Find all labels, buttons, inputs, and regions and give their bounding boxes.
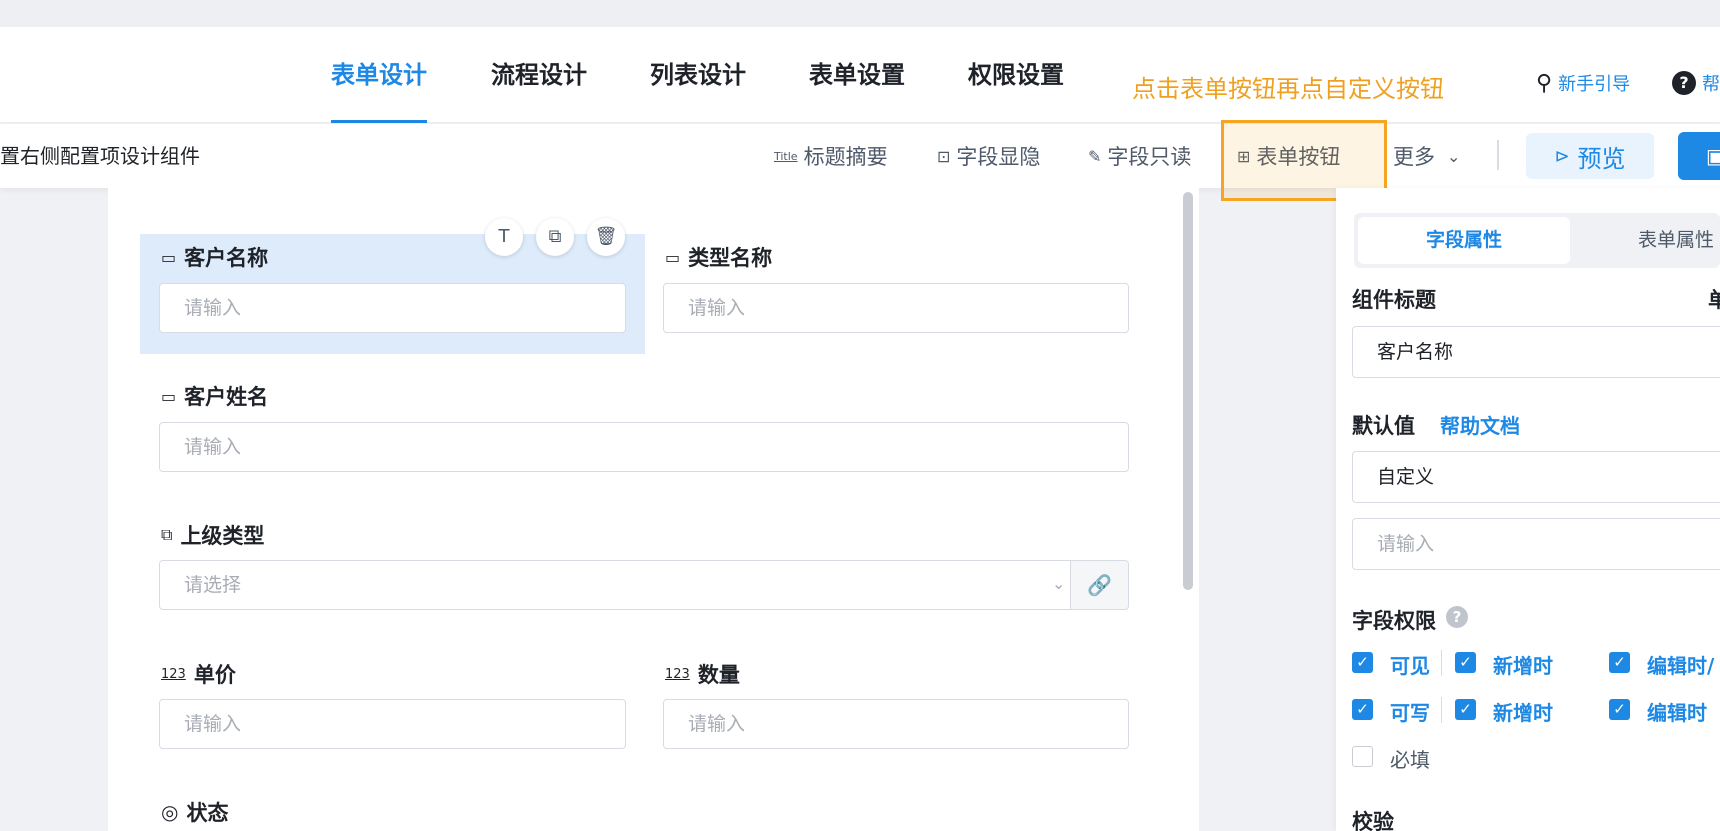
toolbar: 置右侧配置项设计组件 Title 标题摘要 ⊡ 字段显隐 ✎ 字段只读 ⊞ 表单… xyxy=(0,124,1720,188)
tab-form-settings[interactable]: 表单设置 xyxy=(809,27,905,123)
preview-label: 预览 xyxy=(1577,144,1626,173)
tab-flow-design[interactable]: 流程设计 xyxy=(491,27,587,123)
save-button[interactable]: ▣ xyxy=(1678,132,1720,180)
help-doc-link[interactable]: 帮助文档 xyxy=(1440,410,1520,439)
relation-icon: ⧉ xyxy=(161,525,173,544)
visible-label: 可见 xyxy=(1390,654,1430,678)
field-label-customer-name: ▭ 客户名称 xyxy=(161,242,268,272)
input-quantity[interactable]: 请输入 xyxy=(663,699,1129,749)
title-summary-button[interactable]: Title 标题摘要 xyxy=(774,124,888,188)
component-title-suffix: 单 xyxy=(1708,288,1720,312)
label-text: 单价 xyxy=(193,663,236,687)
field-label-quantity: 123 数量 xyxy=(665,659,740,689)
play-icon: ⊳ xyxy=(1554,145,1570,167)
field-label-status: ◎ 状态 xyxy=(161,797,228,827)
title-summary-label: 标题摘要 xyxy=(803,145,888,169)
writable-checkbox[interactable]: ✓ xyxy=(1352,699,1373,720)
chevron-down-icon: ⌄ xyxy=(1052,574,1066,593)
writable-on-edit-label: 编辑时 xyxy=(1647,701,1707,725)
radio-field-icon: ◎ xyxy=(161,800,179,824)
visible-on-edit-checkbox[interactable]: ✓ xyxy=(1609,652,1630,673)
delete-icon[interactable]: 🗑 xyxy=(587,218,625,256)
required-checkbox[interactable] xyxy=(1352,746,1373,767)
number-field-icon: 123 xyxy=(161,666,186,682)
field-label-parent-type: ⧉ 上级类型 xyxy=(161,520,264,550)
save-icon: ▣ xyxy=(1706,144,1720,168)
field-visibility-button[interactable]: ⊡ 字段显隐 xyxy=(937,124,1040,188)
default-value-input[interactable]: 请输入 xyxy=(1352,518,1720,570)
label-text: 上级类型 xyxy=(180,524,265,548)
preview-button[interactable]: ⊳ 预览 xyxy=(1526,133,1654,179)
more-dropdown[interactable]: 更多 ⌄ xyxy=(1393,124,1460,188)
writable-on-create-checkbox[interactable]: ✓ xyxy=(1455,699,1476,720)
number-field-icon: 123 xyxy=(665,666,690,682)
component-title-label: 组件标题 xyxy=(1352,288,1436,312)
question-icon[interactable]: ? xyxy=(1446,606,1468,628)
guide-icon: ⚲ xyxy=(1536,70,1553,96)
help-link[interactable]: ? 帮 xyxy=(1672,63,1720,103)
visible-checkbox[interactable]: ✓ xyxy=(1352,652,1373,673)
label-text: 状态 xyxy=(186,801,229,825)
writable-on-edit-checkbox[interactable]: ✓ xyxy=(1609,699,1630,720)
label-text: 类型名称 xyxy=(688,246,773,270)
guide-link[interactable]: ⚲ 新手引导 xyxy=(1536,63,1630,103)
writable-label: 可写 xyxy=(1390,701,1430,725)
input-customer-name[interactable]: 请输入 xyxy=(159,283,626,333)
select-parent-type[interactable]: 请选择 xyxy=(159,560,1071,610)
validation-label: 校验 xyxy=(1352,810,1394,831)
tab-permission-settings[interactable]: 权限设置 xyxy=(968,27,1064,123)
toolbar-description: 置右侧配置项设计组件 xyxy=(0,144,200,168)
canvas-scrollbar[interactable] xyxy=(1183,192,1193,590)
label-text: 数量 xyxy=(697,663,740,687)
label-text: 客户名称 xyxy=(184,246,269,270)
input-unit-price[interactable]: 请输入 xyxy=(159,699,626,749)
default-value-label: 默认值 xyxy=(1352,414,1415,438)
panel-tabs: 字段属性 表单属性 xyxy=(1354,213,1720,268)
field-permission-label: 字段权限 xyxy=(1352,609,1436,633)
copy-icon[interactable]: ⧉ xyxy=(536,218,574,256)
perm-separator xyxy=(1441,697,1442,723)
input-customer-full-name[interactable]: 请输入 xyxy=(159,422,1129,472)
default-mode-select[interactable]: 自定义 xyxy=(1352,451,1720,503)
link-icon[interactable]: 🔗 xyxy=(1070,560,1129,610)
required-label: 必填 xyxy=(1390,748,1430,772)
top-strip xyxy=(0,0,1720,27)
hint-text: 点击表单按钮再点自定义按钮 xyxy=(1132,75,1444,103)
field-readonly-button[interactable]: ✎ 字段只读 xyxy=(1088,124,1191,188)
help-icon: ? xyxy=(1672,71,1696,95)
component-title-input[interactable]: 客户名称 xyxy=(1352,326,1720,378)
guide-label: 新手引导 xyxy=(1558,74,1631,95)
readonly-icon: ✎ xyxy=(1088,146,1102,166)
tab-field-properties[interactable]: 字段属性 xyxy=(1358,217,1570,264)
tab-list-design[interactable]: 列表设计 xyxy=(650,27,746,123)
tab-form-properties[interactable]: 表单属性 xyxy=(1616,217,1720,264)
text-field-icon: ▭ xyxy=(665,247,681,267)
help-label: 帮 xyxy=(1702,74,1720,95)
field-visibility-icon: ⊡ xyxy=(937,146,951,166)
rename-icon[interactable]: T xyxy=(485,218,523,256)
chevron-down-icon: ⌄ xyxy=(1447,146,1461,166)
text-field-icon: ▭ xyxy=(161,386,177,406)
tab-form-design[interactable]: 表单设计 xyxy=(331,27,427,123)
field-label-customer-full-name: ▭ 客户姓名 xyxy=(161,381,268,411)
toolbar-divider xyxy=(1497,140,1499,170)
visible-on-create-checkbox[interactable]: ✓ xyxy=(1455,652,1476,673)
field-label-unit-price: 123 单价 xyxy=(161,659,236,689)
field-visibility-label: 字段显隐 xyxy=(956,145,1041,169)
writable-on-create-label: 新增时 xyxy=(1493,701,1553,725)
title-icon: Title xyxy=(774,149,798,163)
field-label-type-name: ▭ 类型名称 xyxy=(665,242,772,272)
field-readonly-label: 字段只读 xyxy=(1107,145,1192,169)
input-type-name[interactable]: 请输入 xyxy=(663,283,1129,333)
label-text: 客户姓名 xyxy=(184,385,269,409)
text-field-icon: ▭ xyxy=(161,247,177,267)
more-label: 更多 xyxy=(1393,145,1435,169)
visible-on-edit-label: 编辑时/ xyxy=(1647,654,1715,678)
perm-separator xyxy=(1441,650,1442,676)
visible-on-create-label: 新增时 xyxy=(1493,654,1553,678)
header: 表单设计 流程设计 列表设计 表单设置 权限设置 点击表单按钮再点自定义按钮 ⚲… xyxy=(0,27,1720,123)
